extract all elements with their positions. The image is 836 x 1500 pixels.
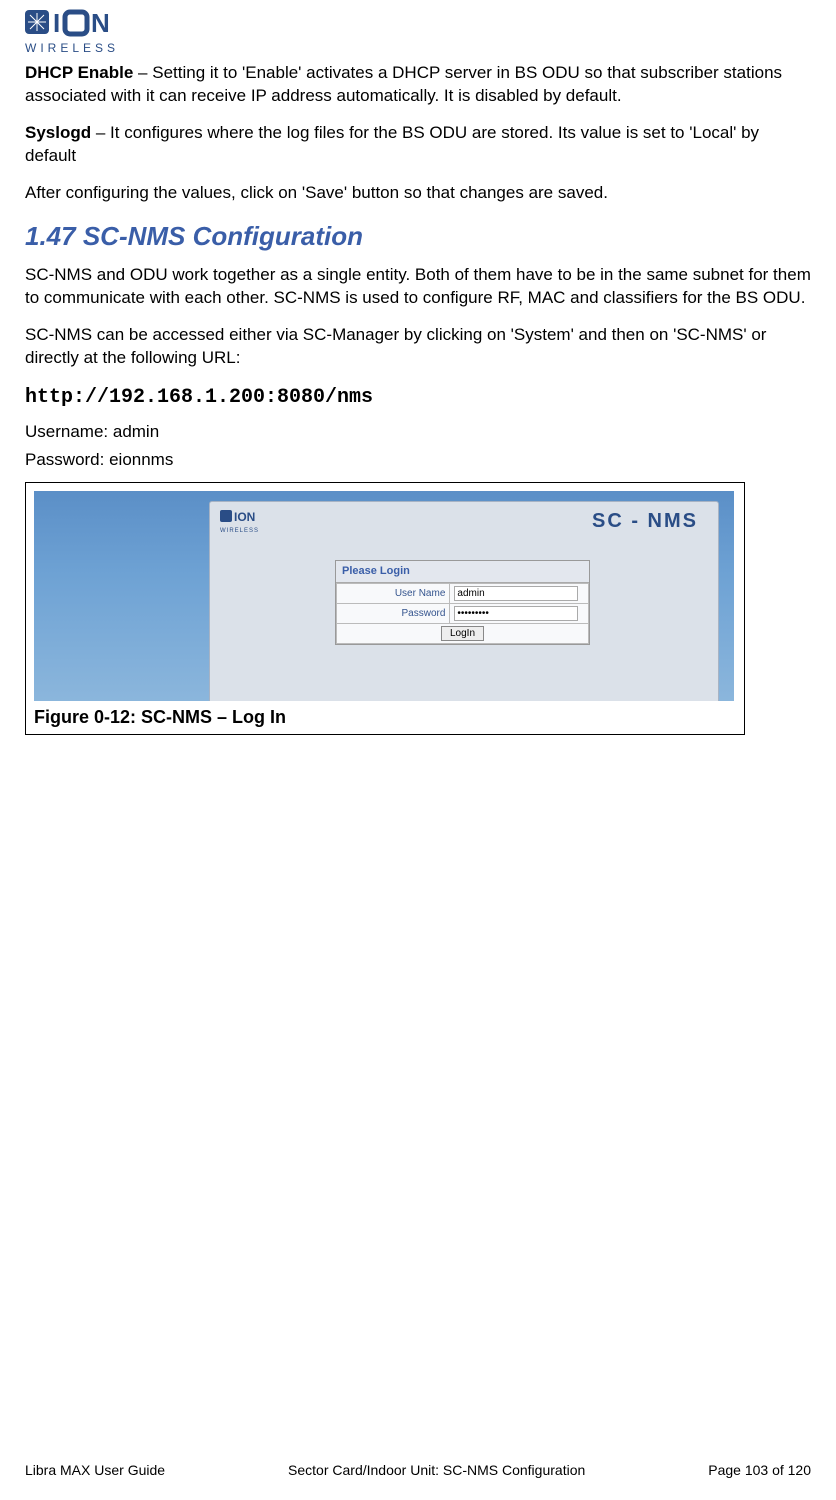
paragraph-dhcp: DHCP Enable – Setting it to 'Enable' act… [25,62,811,108]
login-form: Please Login User Name Password Log [335,560,590,645]
footer-right: Page 103 of 120 [708,1462,811,1478]
login-panel: ION WIRELESS SC - NMS Please Login User … [209,501,719,701]
paragraph-scnms-1: SC-NMS and ODU work together as a single… [25,264,811,310]
password-line: Password: eionnms [25,449,811,472]
text: – Setting it to 'Enable' activates a DHC… [25,63,782,105]
document-body: DHCP Enable – Setting it to 'Enable' act… [25,62,811,735]
svg-text:WIRELESS: WIRELESS [220,528,259,534]
page-footer: Libra MAX User Guide Sector Card/Indoor … [25,1462,811,1478]
login-screenshot: ION WIRELESS SC - NMS Please Login User … [34,491,734,701]
user-label: User Name [337,584,450,604]
figure-caption: Figure 0-12: SC-NMS – Log In [34,705,736,729]
paragraph-scnms-2: SC-NMS can be accessed either via SC-Man… [25,324,811,370]
paragraph-save: After configuring the values, click on '… [25,182,811,205]
url-text: http://192.168.1.200:8080/nms [25,384,811,411]
brand-logo: I N WIRELESS [25,0,811,62]
text: – It configures where the log files for … [25,123,759,165]
svg-text:ION: ION [234,510,255,524]
paragraph-syslogd: Syslogd – It configures where the log fi… [25,122,811,168]
figure-container: ION WIRELESS SC - NMS Please Login User … [25,482,745,734]
term-dhcp: DHCP Enable [25,63,133,82]
brand-sub: WIRELESS [25,41,119,55]
login-button[interactable]: LogIn [441,626,484,641]
pass-label: Password [337,604,450,624]
pass-input[interactable] [454,606,577,621]
section-heading: 1.47 SC-NMS Configuration [25,219,811,254]
login-form-title: Please Login [336,561,589,583]
panel-logo-icon: ION WIRELESS [220,508,280,543]
footer-center: Sector Card/Indoor Unit: SC-NMS Configur… [288,1462,585,1478]
panel-title: SC - NMS [592,508,698,535]
user-input[interactable] [454,586,577,601]
footer-left: Libra MAX User Guide [25,1462,165,1478]
term-syslogd: Syslogd [25,123,91,142]
svg-text:I: I [53,8,60,38]
svg-text:N: N [91,8,110,38]
username-line: Username: admin [25,421,811,444]
